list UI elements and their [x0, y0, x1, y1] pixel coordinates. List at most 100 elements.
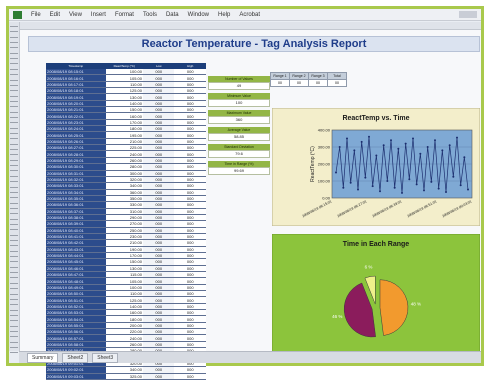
data-point[interactable]: [349, 181, 352, 184]
row-number[interactable]: [10, 347, 18, 348]
data-point[interactable]: [375, 154, 378, 157]
window-controls[interactable]: [459, 11, 477, 18]
row-number[interactable]: [10, 229, 18, 231]
row-number[interactable]: [10, 138, 18, 140]
row-number[interactable]: [10, 341, 18, 343]
data-point[interactable]: [419, 152, 422, 155]
data-point[interactable]: [448, 144, 451, 147]
row-number[interactable]: [10, 288, 18, 290]
data-point[interactable]: [360, 140, 363, 143]
row-number[interactable]: [10, 143, 18, 145]
data-point[interactable]: [445, 191, 447, 194]
row-number[interactable]: [10, 202, 18, 204]
row-number[interactable]: [10, 47, 18, 49]
stat-value[interactable]: 58.85: [208, 133, 270, 141]
row-number[interactable]: [10, 90, 18, 92]
row-number[interactable]: [10, 175, 18, 177]
data-point[interactable]: [412, 137, 414, 140]
row-number[interactable]: [10, 116, 18, 118]
data-point[interactable]: [342, 186, 345, 189]
data-point[interactable]: [368, 135, 370, 138]
row-number[interactable]: [10, 58, 18, 60]
row-number[interactable]: [10, 154, 18, 156]
data-table[interactable]: Timestamp ReactTemp (°C) Low High 2008/0…: [46, 63, 206, 380]
row-number[interactable]: [10, 298, 18, 300]
row-number[interactable]: [10, 234, 18, 236]
row-number[interactable]: [10, 218, 18, 220]
row-number[interactable]: [10, 111, 18, 113]
column-headers[interactable]: [19, 22, 481, 30]
range-value[interactable]: 00: [289, 79, 309, 87]
range-header[interactable]: Total: [327, 72, 347, 80]
data-point[interactable]: [423, 189, 425, 192]
row-number[interactable]: [10, 68, 18, 70]
row-number[interactable]: [10, 79, 18, 81]
range-value[interactable]: 00: [270, 79, 290, 87]
stat-value[interactable]: 100: [208, 99, 270, 107]
menu-data[interactable]: Data: [166, 12, 179, 18]
data-point[interactable]: [434, 139, 436, 142]
row-number[interactable]: [10, 170, 18, 172]
menu-acrobat[interactable]: Acrobat: [239, 12, 260, 18]
range-header[interactable]: Range 2: [289, 72, 309, 80]
row-number[interactable]: [10, 127, 18, 129]
sheet-tab[interactable]: Summary: [27, 352, 59, 363]
menu-help[interactable]: Help: [218, 12, 230, 18]
stat-value[interactable]: 360: [208, 116, 270, 124]
row-number[interactable]: [10, 272, 18, 274]
menu-tools[interactable]: Tools: [143, 12, 157, 18]
data-point[interactable]: [353, 149, 356, 152]
row-number[interactable]: [10, 106, 18, 108]
worksheet[interactable]: Reactor Temperature - Tag Analysis Repor…: [20, 30, 481, 380]
data-point[interactable]: [452, 175, 455, 178]
menu-insert[interactable]: Insert: [91, 12, 106, 18]
row-number[interactable]: [10, 213, 18, 215]
menu-edit[interactable]: Edit: [50, 12, 60, 18]
data-point[interactable]: [393, 186, 396, 189]
stat-value[interactable]: 99.69: [208, 167, 270, 175]
row-number[interactable]: [10, 325, 18, 327]
sheet-tab[interactable]: Sheet2: [62, 352, 89, 363]
row-number[interactable]: [10, 165, 18, 167]
row-number[interactable]: [10, 133, 18, 134]
range-summary-table[interactable]: Range 1 Range 2 Range 3 Total 00 00 00 0…: [270, 72, 347, 87]
pie-chart[interactable]: Time in Each Range 48 % 46 % 6 %: [272, 234, 480, 362]
menu-view[interactable]: View: [69, 12, 82, 18]
data-point[interactable]: [386, 180, 389, 182]
data-point[interactable]: [415, 183, 418, 186]
row-number[interactable]: [10, 149, 18, 151]
data-point[interactable]: [379, 190, 381, 193]
line-chart[interactable]: ReactTemp vs. Time ReactTemp (°C) 400.00 30…: [272, 108, 480, 226]
menu-file[interactable]: File: [31, 12, 41, 18]
data-point[interactable]: [390, 139, 392, 142]
data-point[interactable]: [335, 171, 337, 174]
menu-format[interactable]: Format: [115, 12, 134, 18]
row-number[interactable]: [10, 181, 18, 183]
data-point[interactable]: [404, 142, 407, 145]
row-number[interactable]: [10, 100, 18, 102]
row-number[interactable]: [10, 256, 18, 258]
row-number[interactable]: [10, 336, 18, 338]
data-point[interactable]: [456, 136, 458, 139]
row-number[interactable]: [10, 74, 18, 76]
data-point[interactable]: [371, 185, 374, 188]
row-number[interactable]: [10, 36, 18, 38]
data-point[interactable]: [426, 146, 429, 148]
row-number[interactable]: [10, 352, 18, 354]
data-point[interactable]: [338, 146, 341, 148]
row-number[interactable]: [10, 52, 18, 54]
row-number[interactable]: [10, 250, 18, 252]
row-number[interactable]: [10, 282, 18, 284]
row-number[interactable]: [10, 122, 18, 124]
menu-window[interactable]: Window: [188, 12, 209, 18]
data-point[interactable]: [441, 149, 444, 152]
stat-value[interactable]: 49: [208, 82, 270, 90]
data-point[interactable]: [357, 188, 359, 191]
range-value[interactable]: 00: [308, 79, 328, 87]
data-point[interactable]: [437, 187, 440, 190]
row-number[interactable]: [10, 95, 18, 97]
row-number[interactable]: [10, 330, 18, 332]
data-point[interactable]: [364, 176, 367, 179]
row-number[interactable]: [10, 26, 18, 27]
stat-value[interactable]: 79.6: [208, 150, 270, 158]
